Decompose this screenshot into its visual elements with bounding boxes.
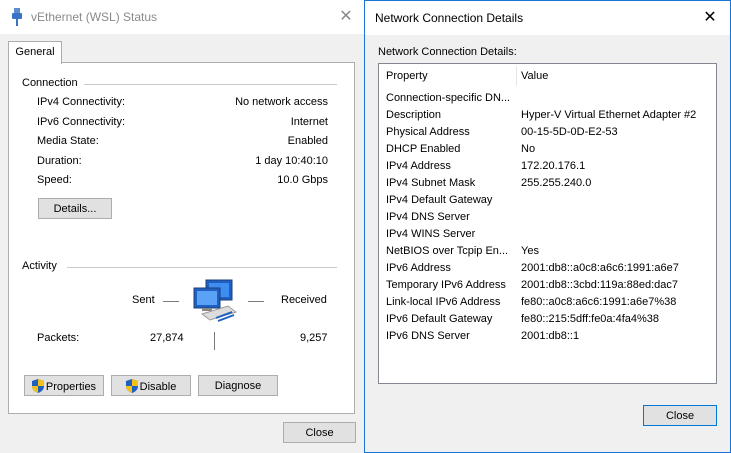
property-cell: IPv6 DNS Server <box>386 330 470 342</box>
value-cell: 2001:db8::3cbd:119a:88ed:dac7 <box>521 279 678 291</box>
property-cell: Temporary IPv6 Address <box>386 279 506 291</box>
activity-divider <box>67 267 337 268</box>
activity-group-label: Activity <box>22 260 63 272</box>
ipv6-connectivity-label: IPv6 Connectivity: <box>37 116 126 128</box>
activity-separator <box>214 332 215 350</box>
properties-label: Properties <box>45 380 97 393</box>
connection-group-label: Connection <box>22 77 84 89</box>
list-item[interactable]: IPv6 Address 2001:db8::a0c8:a6c6:1991:a6e… <box>379 262 716 279</box>
list-item[interactable]: IPv4 DNS Server <box>379 211 716 228</box>
ipv4-connectivity-value: No network access <box>235 96 328 108</box>
column-separator[interactable] <box>516 66 517 86</box>
property-cell: Physical Address <box>386 126 470 138</box>
property-cell: IPv4 DNS Server <box>386 211 470 223</box>
property-cell: NetBIOS over Tcpip En... <box>386 245 509 257</box>
property-cell: IPv6 Address <box>386 262 451 274</box>
details-window: Network Connection Details ✕ Network Con… <box>364 0 731 453</box>
list-item[interactable]: Connection-specific DN... <box>379 92 716 109</box>
media-state-value: Enabled <box>287 135 328 147</box>
sent-label: Sent <box>132 294 155 306</box>
network-adapter-icon <box>12 8 22 26</box>
disable-label: Disable <box>139 380 177 393</box>
property-cell: IPv4 WINS Server <box>386 228 476 240</box>
received-line <box>248 301 264 302</box>
list-item[interactable]: Physical Address 00-15-5D-0D-E2-53 <box>379 126 716 143</box>
status-close-button[interactable]: Close <box>283 422 356 443</box>
ipv4-connectivity-label: IPv4 Connectivity: <box>37 96 126 108</box>
packets-sent-value: 27,874 <box>150 332 184 344</box>
list-item[interactable]: IPv4 Subnet Mask 255.255.240.0 <box>379 177 716 194</box>
list-item[interactable]: Description Hyper-V Virtual Ethernet Adap… <box>379 109 716 126</box>
shield-icon <box>31 378 44 393</box>
value-cell: No <box>521 143 536 155</box>
property-cell: IPv4 Address <box>386 160 451 172</box>
value-cell: fe80::215:5dff:fe0a:4fa4%38 <box>521 313 660 325</box>
properties-button[interactable]: Properties <box>24 375 104 396</box>
status-titlebar[interactable]: vEthernet (WSL) Status ✕ <box>0 0 364 34</box>
details-button[interactable]: Details... <box>38 198 112 219</box>
status-window: vEthernet (WSL) Status ✕ General Connect… <box>0 0 364 453</box>
list-item[interactable]: Temporary IPv6 Address 2001:db8::3cbd:119… <box>379 279 716 296</box>
property-cell: IPv6 Default Gateway <box>386 313 493 325</box>
property-cell: Link-local IPv6 Address <box>386 296 501 308</box>
network-computers-icon <box>193 279 238 322</box>
tab-general[interactable]: General <box>8 41 62 64</box>
media-state-label: Media State: <box>37 135 99 147</box>
speed-label: Speed: <box>37 174 72 186</box>
list-item[interactable]: NetBIOS over Tcpip En... Yes <box>379 245 716 262</box>
received-label: Received <box>281 294 327 306</box>
column-header-property[interactable]: Property <box>386 70 428 82</box>
details-titlebar[interactable]: Network Connection Details ✕ <box>365 0 730 35</box>
property-cell: IPv4 Subnet Mask <box>386 177 476 189</box>
general-tab-panel <box>8 62 355 414</box>
connection-divider <box>84 84 337 85</box>
packets-label: Packets: <box>37 332 80 344</box>
close-icon[interactable]: ✕ <box>700 8 720 28</box>
value-cell: Hyper-V Virtual Ethernet Adapter #2 <box>521 109 697 121</box>
shield-icon <box>125 378 138 393</box>
list-item[interactable]: IPv4 Address 172.20.176.1 <box>379 160 716 177</box>
value-cell: 00-15-5D-0D-E2-53 <box>521 126 618 138</box>
value-cell: 172.20.176.1 <box>521 160 586 172</box>
value-cell: 2001:db8::1 <box>521 330 580 342</box>
details-window-title: Network Connection Details <box>375 11 524 25</box>
details-list[interactable]: Property Value Connection-specific DN...… <box>378 63 717 384</box>
duration-label: Duration: <box>37 155 82 167</box>
value-cell: Yes <box>521 245 539 257</box>
value-cell: fe80::a0c8:a6c6:1991:a6e7%38 <box>521 296 677 308</box>
value-cell: 255.255.240.0 <box>521 177 592 189</box>
value-cell: 2001:db8::a0c8:a6c6:1991:a6e7 <box>521 262 679 274</box>
list-item[interactable]: Link-local IPv6 Address fe80::a0c8:a6c6:1… <box>379 296 716 313</box>
duration-value: 1 day 10:40:10 <box>255 155 328 167</box>
property-cell: Description <box>386 109 442 121</box>
list-item[interactable]: IPv4 Default Gateway <box>379 194 716 211</box>
details-subtitle: Network Connection Details: <box>378 46 517 58</box>
property-cell: DHCP Enabled <box>386 143 461 155</box>
property-cell: Connection-specific DN... <box>386 92 510 104</box>
list-header: Property Value <box>379 64 716 88</box>
details-close-button[interactable]: Close <box>643 405 717 426</box>
disable-button[interactable]: Disable <box>111 375 191 396</box>
status-window-title: vEthernet (WSL) Status <box>31 10 158 24</box>
packets-received-value: 9,257 <box>300 332 328 344</box>
ipv6-connectivity-value: Internet <box>290 116 328 128</box>
list-item[interactable]: DHCP Enabled No <box>379 143 716 160</box>
speed-value: 10.0 Gbps <box>277 174 328 186</box>
close-icon[interactable]: ✕ <box>336 7 356 27</box>
property-cell: IPv4 Default Gateway <box>386 194 493 206</box>
list-item[interactable]: IPv6 DNS Server 2001:db8::1 <box>379 330 716 347</box>
list-item[interactable]: IPv6 Default Gateway fe80::215:5dff:fe0a:… <box>379 313 716 330</box>
column-header-value[interactable]: Value <box>521 70 548 82</box>
diagnose-button[interactable]: Diagnose <box>198 375 278 396</box>
sent-line <box>163 301 179 302</box>
list-item[interactable]: IPv4 WINS Server <box>379 228 716 245</box>
